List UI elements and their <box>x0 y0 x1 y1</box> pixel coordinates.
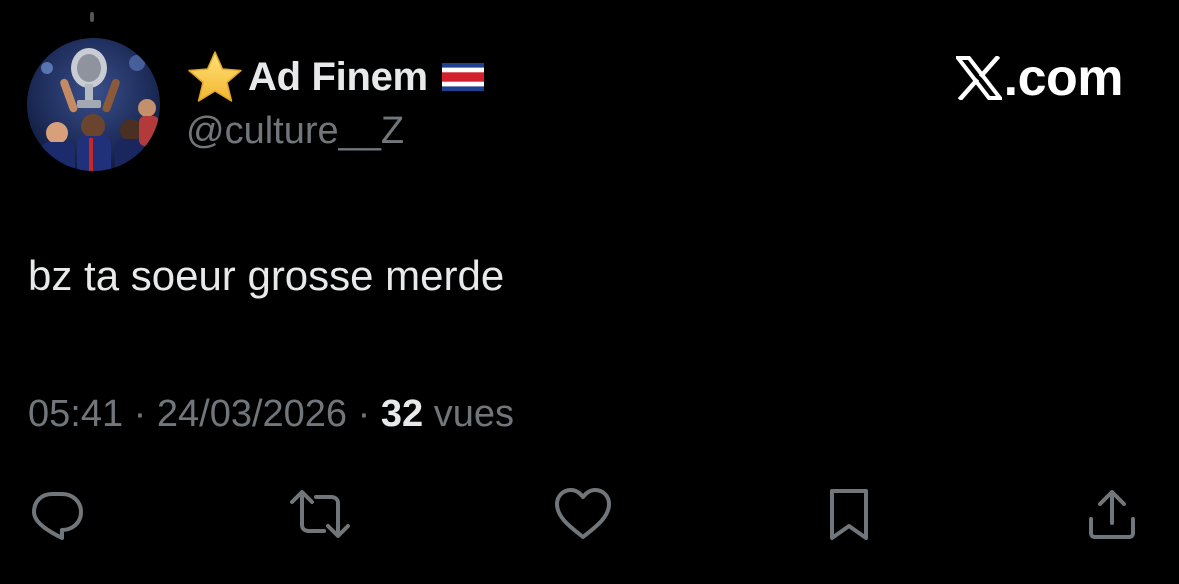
reply-button[interactable] <box>27 486 87 546</box>
tweet-date[interactable]: 24/03/2026 <box>157 393 347 436</box>
star-icon <box>186 51 246 102</box>
tweet-meta: 05:41 · 24/03/2026 · 32 vues <box>28 393 514 436</box>
display-name: Ad Finem <box>248 54 428 99</box>
bookmark-icon <box>824 485 874 548</box>
user-name-row[interactable]: Ad Finem <box>186 51 484 102</box>
avatar[interactable] <box>27 38 160 171</box>
costa-rica-flag-icon <box>441 63 484 91</box>
like-button[interactable] <box>553 486 613 546</box>
x-domain-text: com <box>1017 49 1124 107</box>
user-handle[interactable]: @culture__Z <box>186 110 404 153</box>
reply-icon <box>28 485 86 548</box>
x-domain-separator: . <box>1003 49 1018 107</box>
x-brand: . com <box>955 49 1124 107</box>
tweet-time[interactable]: 05:41 <box>28 393 123 436</box>
tweet-text: bz ta soeur grosse merde <box>28 252 505 299</box>
scroll-indicator <box>90 12 94 22</box>
views-count[interactable]: 32 <box>381 393 423 436</box>
retweet-button[interactable] <box>290 486 350 546</box>
views-label: vues <box>433 393 514 435</box>
share-button[interactable] <box>1082 486 1142 546</box>
meta-separator: · <box>123 393 157 435</box>
retweet-icon <box>288 485 352 548</box>
bookmark-button[interactable] <box>819 486 879 546</box>
heart-icon <box>552 485 614 548</box>
tweet-card: Ad Finem @culture__Z . com bz ta soeur g… <box>0 0 1179 584</box>
share-icon <box>1083 485 1141 548</box>
meta-separator: · <box>347 393 381 435</box>
x-logo-icon <box>955 54 1004 102</box>
action-bar <box>0 486 1179 546</box>
